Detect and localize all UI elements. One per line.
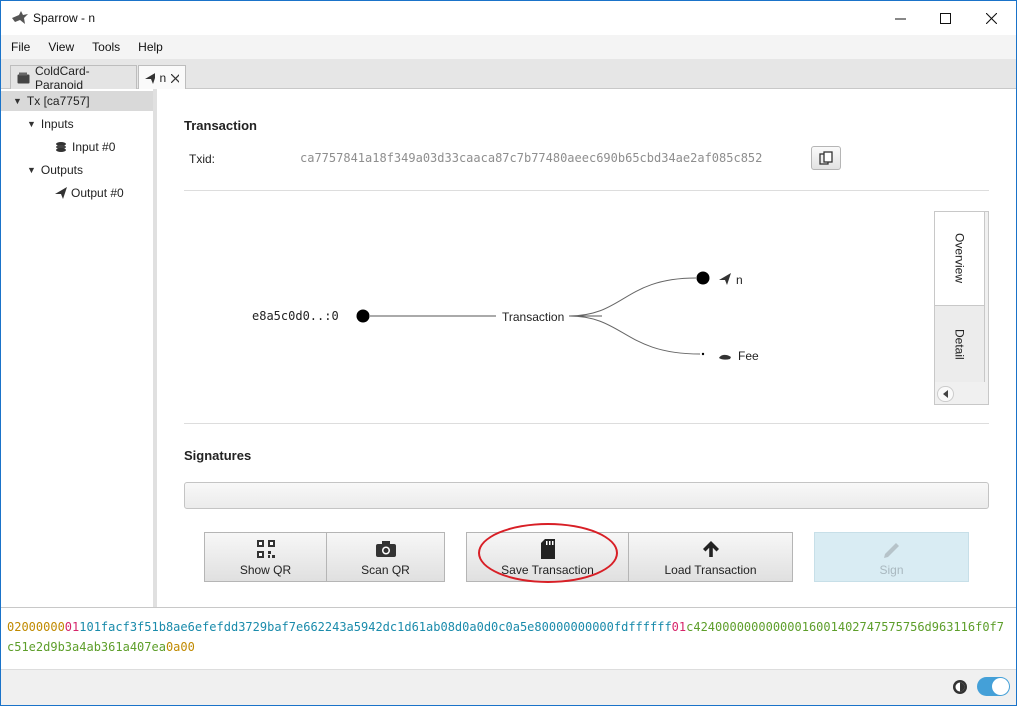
minimize-icon (894, 18, 906, 19)
input-label: e8a5c0d0..:0 (252, 309, 339, 323)
copy-icon (819, 151, 833, 165)
signatures-progress-bar (184, 482, 989, 509)
button-label: Sign (879, 562, 904, 577)
sign-button[interactable]: Sign (814, 532, 969, 582)
tab-close-icon[interactable] (171, 73, 179, 83)
scroll-left-button[interactable] (937, 386, 954, 402)
button-label: Load Transaction (664, 562, 757, 577)
txid-label: Txid: (189, 152, 216, 166)
camera-icon (375, 540, 396, 557)
tab-label: ColdCard-Paranoid (34, 63, 90, 92)
chevron-left-icon (942, 390, 948, 398)
fee-curve (568, 315, 701, 355)
title-bar: Sparrow - n (1, 1, 1016, 35)
tab-label: n (159, 71, 167, 85)
tree-item-label: Tx [ca7757] (26, 94, 90, 108)
status-bar (1, 669, 1016, 705)
tab-bar: ColdCard-Paranoid n (1, 59, 1016, 92)
tree-item-input-0[interactable]: Input #0 (55, 137, 115, 157)
minimize-button[interactable] (877, 1, 923, 35)
transaction-tree: ▼ Tx [ca7757] ▼ Inputs Input #0 ▼ Output… (1, 89, 156, 607)
menu-tools[interactable]: Tools (92, 38, 120, 56)
fee-icon (719, 354, 731, 360)
transaction-heading: Transaction (184, 118, 257, 133)
transaction-hex-view[interactable]: 0200000001101facf3f51b8ae6efefdd3729baf7… (1, 607, 1016, 669)
qr-code-icon (256, 539, 275, 558)
output-curve (568, 277, 697, 317)
expand-triangle-icon[interactable]: ▼ (27, 165, 36, 175)
tree-item-tx[interactable]: ▼ Tx [ca7757] (1, 91, 154, 111)
tor-status-icon[interactable] (952, 679, 968, 695)
close-icon (985, 12, 997, 24)
tab-n[interactable]: n (138, 65, 186, 90)
button-label: Show QR (239, 562, 292, 577)
maximize-button[interactable] (922, 1, 968, 35)
sd-card-icon (540, 538, 555, 559)
tree-item-label: Outputs (40, 163, 83, 177)
output-label: n (736, 273, 743, 287)
load-transaction-button[interactable]: Load Transaction (628, 532, 793, 582)
fee-label: Fee (738, 349, 759, 363)
fee-node (701, 352, 705, 356)
tree-item-outputs[interactable]: ▼ Outputs (27, 160, 83, 180)
button-label: Save Transaction (501, 562, 594, 577)
sparrow-logo-icon (12, 11, 28, 24)
tree-item-label: Input #0 (72, 140, 116, 154)
tree-item-inputs[interactable]: ▼ Inputs (27, 114, 74, 134)
close-button[interactable] (968, 1, 1014, 35)
hex-segment: 0a00 (165, 640, 195, 654)
menu-view[interactable]: View (48, 38, 74, 56)
save-transaction-button[interactable]: Save Transaction (466, 532, 629, 582)
send-icon (145, 72, 156, 84)
signatures-heading: Signatures (184, 448, 252, 463)
hex-segment: 01 (671, 620, 687, 634)
app-window: Sparrow - n File View Tools Help ColdCar… (0, 0, 1017, 706)
transaction-diagram (356, 271, 731, 360)
tab-label: Detail (952, 328, 967, 360)
wallet-icon (17, 72, 30, 83)
send-icon (55, 187, 67, 199)
button-label: Scan QR (361, 562, 410, 577)
tab-label: Overview (952, 233, 967, 284)
tab-detail[interactable]: Detail (935, 306, 985, 382)
tree-item-label: Output #0 (71, 186, 124, 200)
toggle-knob (992, 678, 1009, 695)
input-node[interactable] (356, 309, 370, 323)
tree-item-label: Inputs (40, 117, 74, 131)
hex-segment: 02000000 (7, 620, 65, 634)
window-title: Sparrow - n (33, 11, 96, 25)
pen-icon (883, 542, 899, 558)
menu-file[interactable]: File (11, 38, 30, 56)
hex-segment: 01 (64, 620, 80, 634)
show-qr-button[interactable]: Show QR (204, 532, 327, 582)
tab-overview[interactable]: Overview (935, 212, 985, 306)
copy-txid-button[interactable] (811, 146, 841, 170)
transaction-node-label: Transaction (502, 310, 565, 324)
hex-segment: 101facf3f51b8ae6efefdd3729baf7e662243a59… (79, 620, 672, 634)
txid-value[interactable]: ca7757841a18f349a03d33caaca87c7b77480aee… (300, 151, 762, 165)
expand-triangle-icon[interactable]: ▼ (27, 119, 36, 129)
menu-help[interactable]: Help (138, 38, 163, 56)
coins-icon (56, 142, 66, 152)
arrow-up-icon (702, 540, 719, 557)
send-icon (719, 273, 731, 285)
expand-triangle-icon[interactable]: ▼ (13, 96, 22, 106)
tree-item-output-0[interactable]: Output #0 (55, 183, 124, 203)
divider (184, 423, 989, 424)
output-node[interactable] (696, 271, 710, 285)
scan-qr-button[interactable]: Scan QR (326, 532, 445, 582)
maximize-icon (939, 12, 951, 24)
side-tab-panel: Overview Detail (934, 211, 989, 405)
tab-coldcard-paranoid[interactable]: ColdCard-Paranoid (10, 63, 137, 92)
online-toggle[interactable] (977, 677, 1010, 696)
transaction-panel: Transaction Txid: ca7757841a18f349a03d33… (157, 89, 1016, 607)
menu-bar: File View Tools Help (1, 35, 1016, 59)
